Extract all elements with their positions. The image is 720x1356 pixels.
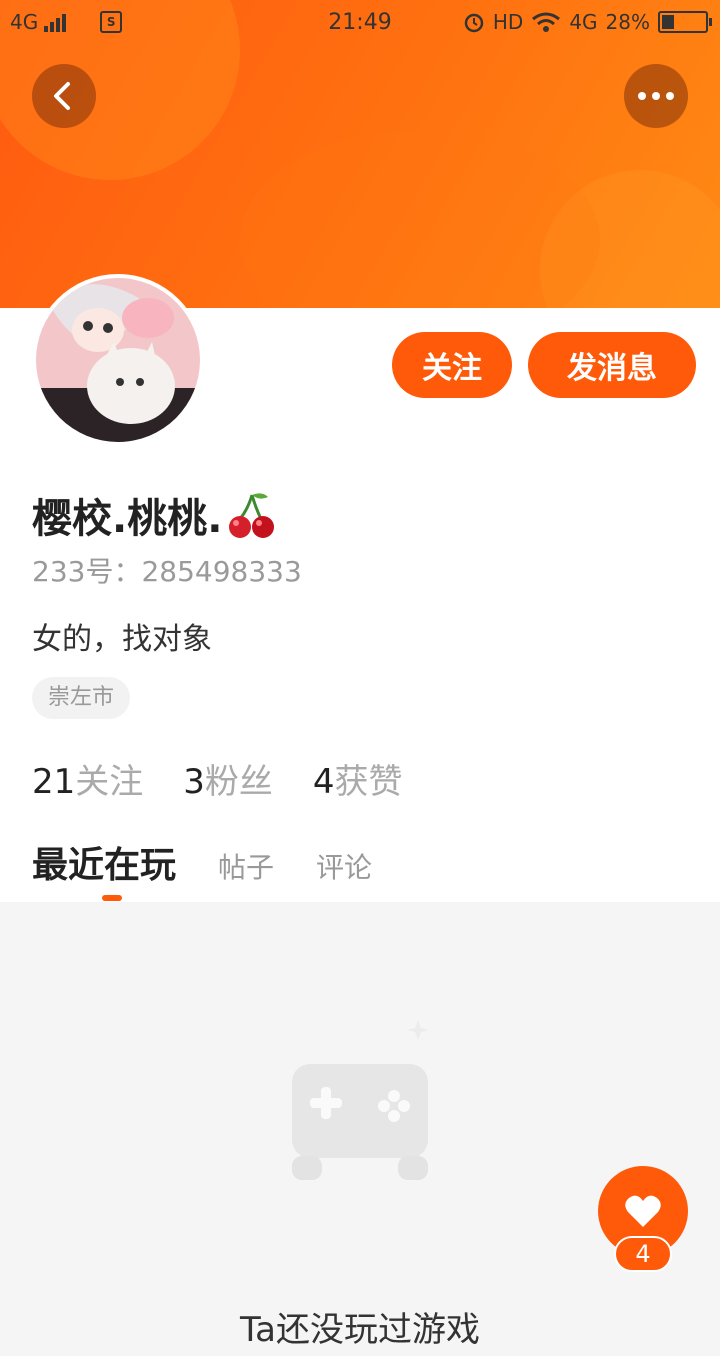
stat-following[interactable]: 21关注: [32, 754, 143, 803]
wifi-icon: [532, 12, 561, 32]
like-count-badge: 4: [614, 1236, 672, 1272]
gamepad-icon: [292, 1020, 429, 1180]
profile-tabs: 最近在玩 帖子 评论: [32, 836, 414, 888]
profile-stats: 21关注 3粉丝 4获赞: [32, 754, 403, 803]
hd-label: HD: [492, 10, 524, 34]
active-tab-indicator: [102, 895, 122, 901]
follow-button[interactable]: 关注: [392, 332, 512, 398]
battery-percent: 28%: [605, 10, 650, 34]
back-button[interactable]: [32, 64, 96, 128]
avatar[interactable]: [32, 274, 204, 446]
username-text: 樱校.桃桃.: [32, 496, 223, 542]
network-type-label: 4G: [569, 10, 598, 34]
location-tag: 崇左市: [32, 677, 131, 719]
tab-recent-games[interactable]: 最近在玩: [32, 836, 176, 888]
username: 樱校.桃桃.: [32, 486, 278, 544]
alarm-icon: [464, 13, 484, 33]
stat-followers[interactable]: 3粉丝: [183, 754, 273, 803]
empty-state-text: Ta还没玩过游戏: [240, 1310, 480, 1350]
stat-likes[interactable]: 4获赞: [313, 754, 403, 803]
battery-icon: [658, 11, 712, 33]
avatar-image: [36, 278, 200, 442]
more-button[interactable]: [624, 64, 688, 128]
tab-comments[interactable]: 评论: [316, 846, 372, 886]
cherry-icon: [229, 493, 275, 538]
more-horizontal-icon: [624, 64, 688, 128]
tab-posts[interactable]: 帖子: [218, 846, 274, 886]
send-message-button[interactable]: 发消息: [528, 332, 696, 398]
status-bar: 4G S 21:49 HD 4G 28%: [0, 0, 720, 50]
heart-icon: [625, 1195, 661, 1227]
user-bio: 女的，找对象: [32, 622, 212, 657]
chevron-left-icon: [54, 82, 70, 110]
user-id: 233号：285498333: [32, 555, 302, 588]
